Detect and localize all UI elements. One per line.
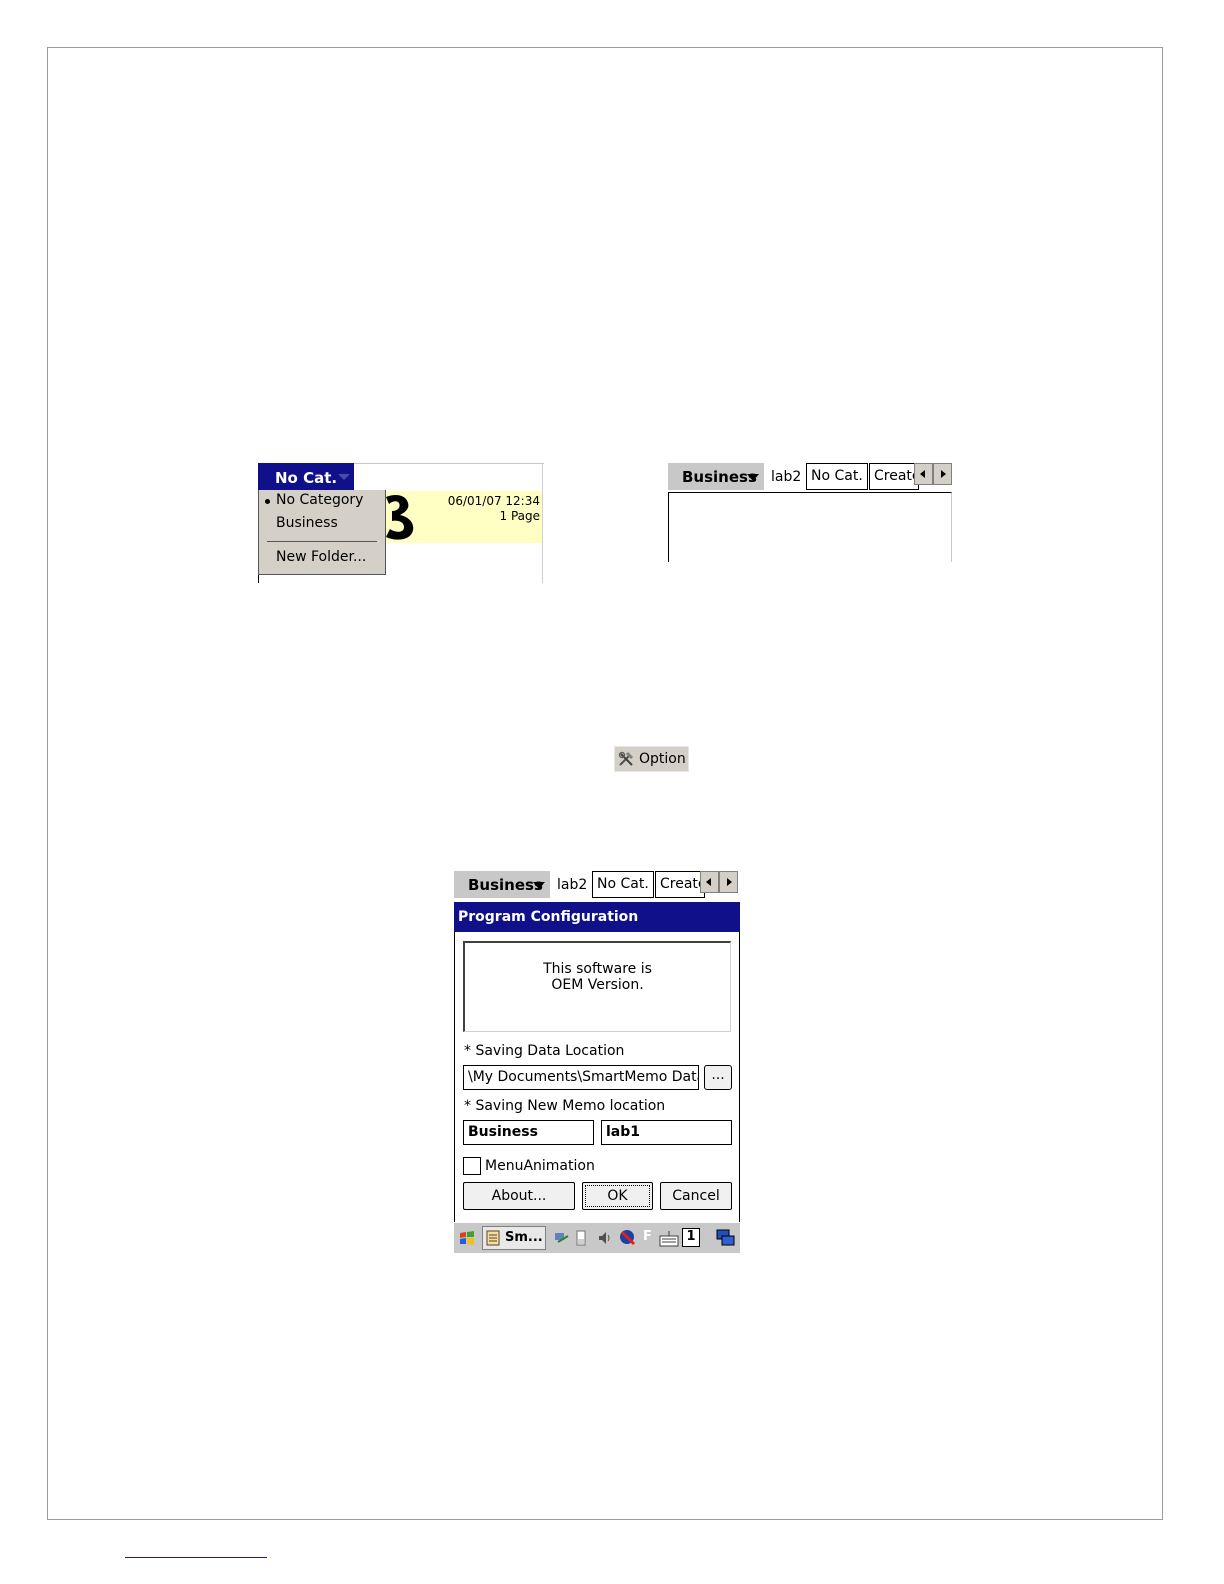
tab-bar-screenshot: Business lab2 No Cat. Create — [668, 463, 953, 563]
tab-no-cat[interactable]: No Cat. — [806, 463, 868, 490]
version-info-box: This software is OEM Version. — [463, 941, 731, 1032]
taskbar-app-label: Sm... — [505, 1230, 543, 1245]
page-frame — [47, 47, 1163, 1520]
option-label: Option — [639, 751, 686, 767]
data-location-label: * Saving Data Location — [464, 1043, 625, 1059]
tools-icon — [618, 751, 634, 766]
data-location-field[interactable]: \My Documents\SmartMemo Datas — [463, 1065, 699, 1090]
memo-item[interactable]: 06/01/07 12:34 1 Page — [384, 491, 542, 543]
info-line-2: OEM Version. — [551, 977, 644, 993]
ok-button[interactable]: OK — [582, 1182, 653, 1210]
arrow-right-icon — [941, 470, 946, 478]
sync-status-icon[interactable] — [618, 1228, 638, 1248]
volume-icon[interactable] — [597, 1230, 615, 1246]
about-button[interactable]: About... — [463, 1182, 575, 1210]
tab-create[interactable]: Create — [869, 463, 919, 490]
info-line-1: This software is — [543, 961, 652, 977]
category-menu: No Category Business New Folder... — [258, 490, 386, 575]
memo-category-field[interactable]: Business — [463, 1120, 594, 1145]
memo-app-icon — [486, 1230, 500, 1246]
windows-switcher-icon[interactable] — [716, 1229, 736, 1247]
arrow-left-icon — [920, 470, 925, 478]
memo-date: 06/01/07 12:34 — [447, 494, 540, 508]
list-border-left — [258, 575, 259, 583]
option-button[interactable]: Option — [614, 746, 689, 772]
dialog-body: This software is OEM Version. * Saving D… — [454, 932, 740, 1222]
taskbar: Sm... F 1 — [454, 1222, 740, 1253]
arrow-left-icon — [706, 878, 711, 886]
category-label: Business — [682, 468, 757, 486]
chevron-down-icon — [747, 474, 759, 481]
tab-no-cat[interactable]: No Cat. — [592, 871, 654, 898]
memo-folder-field[interactable]: lab1 — [601, 1120, 732, 1145]
menu-item-new-folder[interactable]: New Folder... — [276, 549, 366, 565]
menu-animation-label: MenuAnimation — [485, 1158, 595, 1174]
keyboard-icon[interactable] — [659, 1229, 679, 1247]
taskbar-app-button[interactable]: Sm... — [482, 1226, 546, 1250]
menu-item-business[interactable]: Business — [276, 515, 338, 531]
cancel-button[interactable]: Cancel — [660, 1182, 732, 1210]
chevron-down-icon — [533, 882, 545, 889]
toolbar-edge — [354, 463, 544, 464]
menu-item-no-category[interactable]: No Category — [276, 492, 363, 508]
browse-button[interactable]: ... — [704, 1065, 732, 1090]
selected-bullet-icon — [265, 499, 270, 504]
scroll-right-button[interactable] — [719, 871, 738, 893]
input-panel-button[interactable]: 1 — [682, 1228, 700, 1247]
chevron-down-icon — [338, 474, 350, 480]
list-border — [542, 463, 543, 583]
tab-lab2[interactable]: lab2 — [771, 469, 801, 485]
category-dropdown-screenshot: 06/01/07 12:34 1 Page No Cat. No Categor… — [258, 463, 544, 583]
memo-location-label: * Saving New Memo location — [464, 1098, 666, 1114]
dialog-title: Program Configuration — [454, 902, 740, 932]
menu-animation-checkbox[interactable] — [463, 1157, 481, 1175]
arrow-right-icon — [727, 878, 732, 886]
tab-lab2[interactable]: lab2 — [557, 877, 587, 893]
network-icon[interactable] — [554, 1230, 572, 1246]
input-mode-indicator[interactable]: F — [643, 1229, 652, 1244]
scroll-right-button[interactable] — [933, 463, 952, 485]
scroll-left-button[interactable] — [700, 871, 719, 893]
tab-create[interactable]: Create — [655, 871, 705, 898]
start-icon[interactable] — [458, 1229, 476, 1247]
scroll-left-button[interactable] — [914, 463, 933, 485]
footer-rule — [125, 1557, 267, 1558]
config-dialog-screenshot: Business lab2 No Cat. Create Program Con… — [454, 871, 740, 1253]
battery-icon[interactable] — [574, 1229, 588, 1247]
menu-separator — [267, 541, 377, 542]
category-label: Business — [468, 876, 543, 894]
memo-list-area — [668, 492, 952, 562]
memo-page-count: 1 Page — [499, 509, 541, 523]
